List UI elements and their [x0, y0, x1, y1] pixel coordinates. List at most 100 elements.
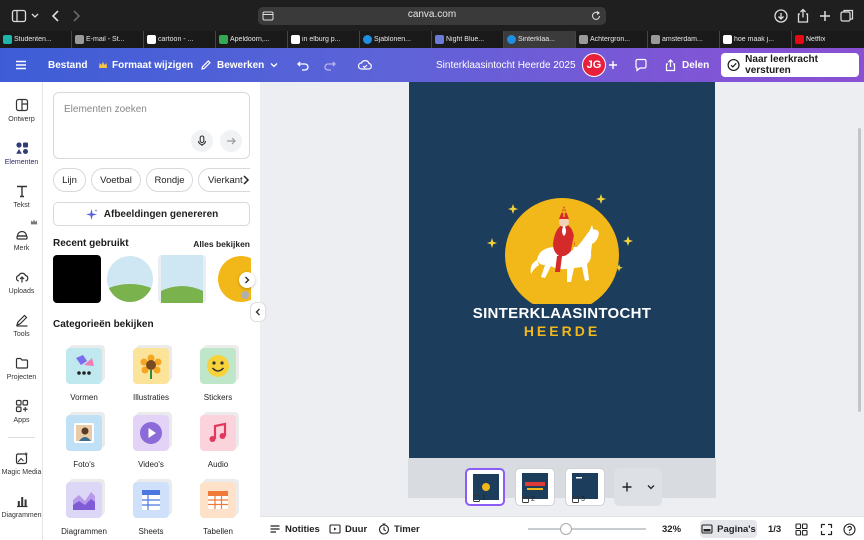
- fullscreen-icon[interactable]: [820, 517, 833, 540]
- resize-button[interactable]: Formaat wijzigen: [98, 48, 193, 82]
- rail-item-uploads[interactable]: Uploads: [0, 266, 43, 306]
- new-tab-icon[interactable]: [817, 8, 833, 24]
- rail-item-projects[interactable]: Projecten: [0, 352, 43, 392]
- chevron-down-icon[interactable]: [646, 482, 656, 492]
- cloud-saved-icon[interactable]: [357, 48, 373, 82]
- generate-images-button[interactable]: Afbeeldingen genereren: [53, 202, 250, 226]
- submit-to-teacher-button[interactable]: Naar leerkracht versturen: [721, 53, 859, 77]
- page-thumbnail-2[interactable]: 2: [515, 468, 555, 506]
- forward-icon[interactable]: [68, 8, 84, 24]
- edit-menu-button[interactable]: Bewerken: [200, 48, 279, 82]
- browser-tab[interactable]: cartoon - ...: [144, 31, 216, 48]
- sidebar-toggle-icon[interactable]: [11, 8, 27, 24]
- zoom-value[interactable]: 32%: [662, 517, 681, 540]
- browser-tab[interactable]: Netflix: [792, 31, 864, 48]
- chevron-down-icon[interactable]: [30, 8, 46, 24]
- crown-icon: [99, 61, 107, 68]
- address-bar[interactable]: canva.com: [258, 7, 606, 25]
- category-photos[interactable]: Foto's: [54, 411, 114, 473]
- microphone-icon[interactable]: [191, 130, 213, 152]
- help-icon[interactable]: [843, 517, 856, 540]
- rail-item-apps[interactable]: Apps: [0, 395, 43, 435]
- collapse-panel-button[interactable]: [250, 302, 266, 322]
- share-icon[interactable]: [795, 8, 811, 24]
- rail-item-charts[interactable]: Diagrammen: [0, 490, 43, 530]
- browser-tab[interactable]: hoe maak j...: [720, 31, 792, 48]
- generate-label: Afbeeldingen genereren: [103, 208, 219, 220]
- arrow-right-icon[interactable]: [220, 130, 242, 152]
- tab-label: hoe maak j...: [734, 36, 775, 43]
- category-charts[interactable]: Diagrammen: [54, 478, 114, 540]
- document-title[interactable]: Sinterklaasintocht Heerde 2025: [436, 48, 576, 82]
- back-icon[interactable]: [48, 8, 64, 24]
- category-sheets[interactable]: Sheets: [121, 478, 181, 540]
- page-thumbnail-3[interactable]: 3: [565, 468, 605, 506]
- file-menu[interactable]: Bestand: [48, 48, 87, 82]
- reload-icon[interactable]: [590, 10, 602, 22]
- rail-item-design[interactable]: Ontwerp: [0, 94, 43, 134]
- chip-voetbal[interactable]: Voetbal: [91, 168, 141, 192]
- chip-lijn[interactable]: Lijn: [53, 168, 86, 192]
- elements-search[interactable]: Elementen zoeken: [53, 92, 250, 159]
- download-icon[interactable]: [773, 8, 789, 24]
- category-stickers[interactable]: Stickers: [188, 344, 248, 406]
- comment-icon[interactable]: [634, 48, 648, 82]
- category-shapes[interactable]: Vormen: [54, 344, 114, 406]
- chevron-right-icon[interactable]: [239, 272, 255, 288]
- browser-tab[interactable]: amsterdam...: [648, 31, 720, 48]
- pages-label: Pagina's: [717, 523, 756, 535]
- rail-item-magic-media[interactable]: Magic Media: [0, 447, 43, 487]
- rail-item-tools[interactable]: Tools: [0, 309, 43, 349]
- chevron-right-icon[interactable]: [242, 174, 250, 186]
- browser-tab[interactable]: E-mail - St...: [72, 31, 144, 48]
- rail-item-text[interactable]: Tekst: [0, 180, 43, 220]
- pages-button[interactable]: Pagina's: [700, 520, 757, 538]
- page-icon: [572, 496, 579, 503]
- category-tables[interactable]: Tabellen: [188, 478, 248, 540]
- see-all-link[interactable]: Alles bekijken: [193, 239, 250, 249]
- browser-tab[interactable]: Studenten...: [0, 31, 72, 48]
- avatar[interactable]: JG: [582, 53, 606, 77]
- sinterklaas-illustration[interactable]: [479, 192, 645, 304]
- add-collaborator-icon[interactable]: [607, 48, 619, 82]
- zoom-slider-handle[interactable]: [560, 523, 572, 535]
- rail-item-elements[interactable]: Elementen: [0, 137, 43, 177]
- chip-rondje[interactable]: Rondje: [146, 168, 193, 192]
- zoom-slider[interactable]: [528, 523, 646, 535]
- category-audio[interactable]: Audio: [188, 411, 248, 473]
- browser-tab[interactable]: in elburg p...: [288, 31, 360, 48]
- grid-view-icon[interactable]: [795, 517, 808, 540]
- browser-tab[interactable]: Apeldoorn,...: [216, 31, 288, 48]
- recent-item-hill-landscape[interactable]: [158, 255, 206, 303]
- category-videos[interactable]: Video's: [121, 411, 181, 473]
- canvas-scrollbar[interactable]: [858, 128, 861, 412]
- design-page[interactable]: SINTERKLAASINTOCHT HEERDE: [409, 82, 715, 458]
- favicon-icon: [579, 35, 588, 44]
- share-button[interactable]: Delen: [664, 48, 709, 82]
- notes-button[interactable]: Notities: [269, 517, 320, 540]
- recent-item-hill-circle[interactable]: [106, 255, 154, 303]
- category-label: Video's: [138, 460, 164, 469]
- search-input[interactable]: Elementen zoeken: [64, 104, 147, 115]
- browser-tab[interactable]: Achtergron...: [576, 31, 648, 48]
- rail-item-brand[interactable]: Merk: [0, 223, 43, 263]
- design-title-line2[interactable]: HEERDE: [409, 323, 715, 339]
- tabs-overview-icon[interactable]: [839, 8, 855, 24]
- notes-icon: [270, 525, 280, 533]
- chevron-down-icon: [270, 63, 278, 68]
- browser-tab-active[interactable]: Sinterklaa...: [504, 31, 576, 48]
- redo-icon[interactable]: [323, 48, 337, 82]
- browser-tab[interactable]: Sjablonen...: [360, 31, 432, 48]
- timer-button[interactable]: Timer: [378, 517, 420, 540]
- undo-icon[interactable]: [296, 48, 310, 82]
- menu-icon[interactable]: [14, 48, 28, 82]
- category-illustrations[interactable]: Illustraties: [121, 344, 181, 406]
- add-page-button[interactable]: [614, 468, 662, 506]
- design-title-line1[interactable]: SINTERKLAASINTOCHT: [409, 305, 715, 322]
- duration-button[interactable]: Duur: [329, 517, 367, 540]
- page-thumbnail-1[interactable]: 1: [465, 468, 505, 506]
- recent-item-black-square[interactable]: [53, 255, 101, 303]
- browser-tab[interactable]: Night Blue...: [432, 31, 504, 48]
- elements-panel: Elementen zoeken Lijn Voetbal Rondje Vie…: [43, 82, 260, 540]
- check-circle-icon: [727, 58, 740, 72]
